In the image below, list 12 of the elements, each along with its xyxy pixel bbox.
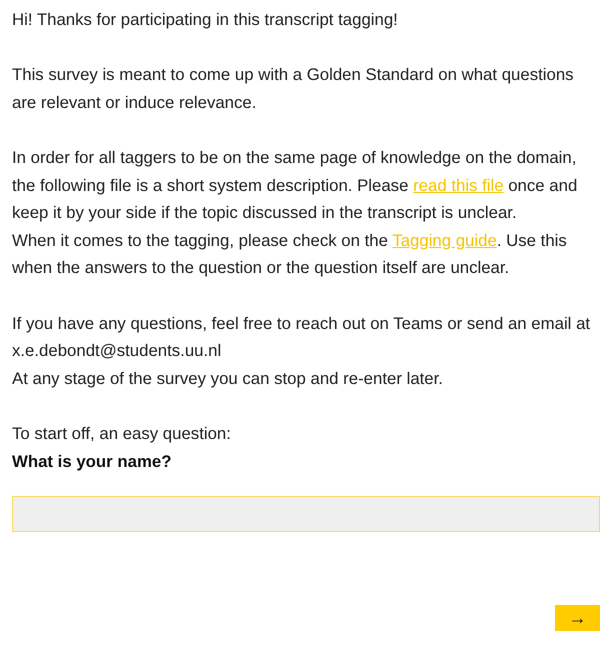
paragraph: To start off, an easy question: xyxy=(12,422,232,445)
link[interactable]: Tagging guide xyxy=(392,230,497,250)
paragraph: This survey is meant to come up with a Golden Standard on what questions are relevant or induce relevance. xyxy=(12,64,575,114)
paragraph: In order for all taggers to be on the same page of knowledge on the domain, the following file is a short system description. Please read this file once and keep it by your side if the topic discussed in the transcript is unclear. xyxy=(12,146,578,224)
name-input-field[interactable] xyxy=(12,496,600,532)
paragraph: Hi! Thanks for participating in this transcript tagging! xyxy=(12,9,399,31)
paragraph: When it comes to the tagging, please check on the Tagging guide. Use this when the answers to the question or the question itself are unclear. xyxy=(12,230,568,280)
paragraph: If you have any questions, feel free to reach out on Teams or send an email at x.e.debondt@students.uu.nl xyxy=(12,312,592,362)
link[interactable]: read this file xyxy=(413,176,504,195)
paragraph: At any stage of the survey you can stop and re-enter later. xyxy=(12,368,444,390)
next-button[interactable]: → xyxy=(555,605,600,632)
question-label: What is your name? xyxy=(12,450,172,472)
